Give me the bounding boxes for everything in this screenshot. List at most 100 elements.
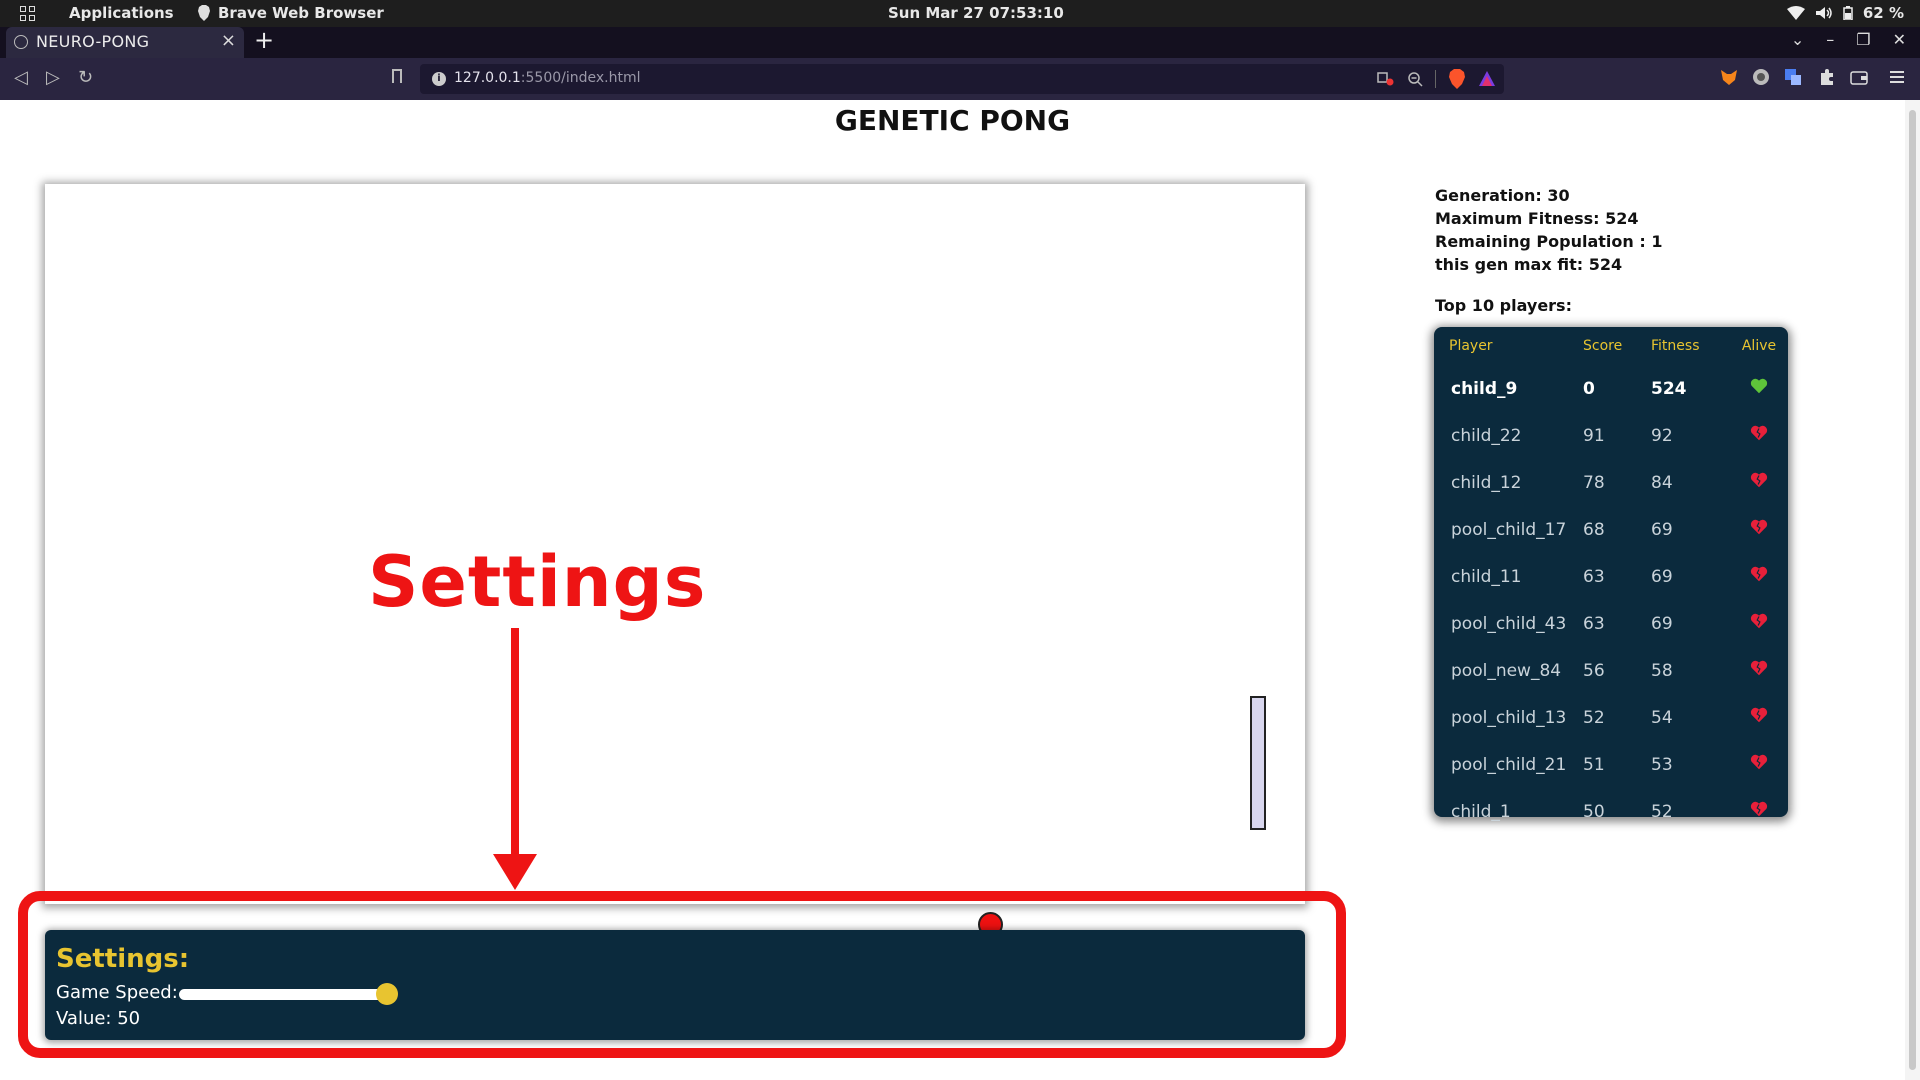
broken-heart-icon [1750,660,1768,682]
player-fitness: 53 [1651,754,1673,775]
alive-status [1730,788,1788,835]
player-score: 68 [1583,519,1605,540]
remaining-population-stat: Remaining Population : 1 [1435,232,1663,251]
bookmark-icon[interactable] [392,69,402,83]
player-name: pool_child_17 [1451,519,1567,540]
tab-strip: NEURO-PONG × + ⌄ – ❐ ✕ [0,26,1920,58]
scrollbar-thumb[interactable] [1909,110,1916,1070]
page-title: GENETIC PONG [834,104,1071,137]
toolbar-divider [1435,70,1436,88]
player-score: 63 [1583,566,1605,587]
zoom-icon[interactable] [1407,71,1423,87]
extension-globe-icon[interactable] [1752,68,1770,86]
green-heart-icon [1750,378,1768,400]
forward-icon[interactable]: ▷ [46,67,60,88]
broken-heart-icon [1750,613,1768,635]
alive-status [1730,647,1788,694]
table-row: child_22 91 92 [1434,412,1788,459]
reload-icon[interactable]: ↻ [78,67,93,88]
annotation-label: Settings [368,541,707,623]
table-row: pool_new_84 56 58 [1434,647,1788,694]
player-fitness: 52 [1651,801,1673,822]
restore-icon[interactable]: ❐ [1856,30,1870,49]
pong-paddle [1250,696,1266,830]
wifi-icon[interactable] [1786,6,1805,20]
annotation-highlight-box [18,891,1346,1058]
address-bar[interactable]: i 127.0.0.1:5500/index.html [420,64,1504,94]
player-fitness: 69 [1651,613,1673,634]
new-tab-button[interactable]: + [254,26,274,54]
player-name: child_9 [1451,378,1518,399]
os-top-bar: Applications Brave Web Browser Sun Mar 2… [0,0,1920,27]
address-bar-actions [1377,69,1496,89]
minimize-icon[interactable]: – [1826,30,1834,49]
browser-toolbar: ◁ ▷ ↻ i 127.0.0.1:5500/index.html [0,58,1920,100]
tab-neuro-pong[interactable]: NEURO-PONG × [6,27,244,58]
player-score: 52 [1583,707,1605,728]
player-name: pool_new_84 [1451,660,1562,681]
gen-max-fit-stat: this gen max fit: 524 [1435,255,1623,274]
generation-stat: Generation: 30 [1435,186,1570,205]
url-text[interactable]: 127.0.0.1:5500/index.html [454,70,641,86]
player-fitness: 92 [1651,425,1673,446]
close-tab-icon[interactable]: × [221,30,236,51]
alive-status [1730,553,1788,600]
window-controls: ⌄ – ❐ ✕ [1791,30,1906,49]
max-fitness-stat: Maximum Fitness: 524 [1435,209,1639,228]
player-score: 0 [1583,378,1595,399]
broken-heart-icon [1750,425,1768,447]
back-icon[interactable]: ◁ [14,67,28,88]
header-fitness: Fitness [1651,338,1700,354]
close-window-icon[interactable]: ✕ [1893,30,1906,49]
puzzle-extensions-icon[interactable] [1818,68,1836,86]
brave-rewards-icon[interactable] [1478,70,1496,88]
alive-status [1730,600,1788,647]
translate-extension-icon[interactable] [1784,68,1802,86]
player-score: 78 [1583,472,1605,493]
player-name: child_11 [1451,566,1522,587]
leaderboard-body: child_9 0 524 child_22 91 92 child_12 78 84 pool_… [1434,365,1788,835]
page-scrollbar[interactable] [1905,100,1920,1080]
broken-heart-icon [1750,707,1768,729]
player-name: pool_child_43 [1451,613,1567,634]
url-path: :5500/index.html [520,70,641,86]
wallet-icon[interactable] [1850,68,1868,86]
tab-list-chevron-icon[interactable]: ⌄ [1791,30,1804,49]
player-fitness: 69 [1651,566,1673,587]
player-score: 51 [1583,754,1605,775]
metamask-fox-icon[interactable] [1720,68,1738,86]
leaderboard-table: Player Score Fitness Alive child_9 0 524 ch… [1434,327,1788,835]
player-fitness: 54 [1651,707,1673,728]
player-score: 91 [1583,425,1605,446]
evolution-stats: Generation: 30 Maximum Fitness: 524 Rema… [1435,184,1662,276]
broken-heart-icon [1750,519,1768,541]
table-row: child_12 78 84 [1434,459,1788,506]
header-player: Player [1449,338,1493,354]
alive-status [1730,694,1788,741]
player-name: child_12 [1451,472,1522,493]
alive-status [1730,459,1788,506]
player-name: pool_child_13 [1451,707,1567,728]
menu-hamburger-icon[interactable] [1888,68,1906,86]
volume-icon[interactable] [1815,6,1833,20]
table-row: child_11 63 69 [1434,553,1788,600]
alive-status [1730,741,1788,788]
applications-menu[interactable]: Applications [69,4,174,22]
tab-title: NEURO-PONG [36,32,150,51]
player-fitness: 524 [1651,378,1687,399]
battery-percentage: 62 % [1862,4,1904,22]
player-fitness: 84 [1651,472,1673,493]
active-app-label[interactable]: Brave Web Browser [218,4,384,22]
translate-icon[interactable] [1377,71,1395,87]
battery-icon[interactable] [1843,6,1853,20]
url-host: 127.0.0.1 [454,70,521,86]
table-row: pool_child_21 51 53 [1434,741,1788,788]
annotation-arrow-icon [493,628,537,890]
player-score: 63 [1583,613,1605,634]
brave-shields-icon[interactable] [1448,69,1466,89]
table-row: pool_child_13 52 54 [1434,694,1788,741]
apps-grid-icon[interactable] [20,6,36,22]
clock[interactable]: Sun Mar 27 07:53:10 [888,4,1064,22]
site-info-icon[interactable]: i [432,72,446,86]
leaderboard-label: Top 10 players: [1435,296,1572,315]
